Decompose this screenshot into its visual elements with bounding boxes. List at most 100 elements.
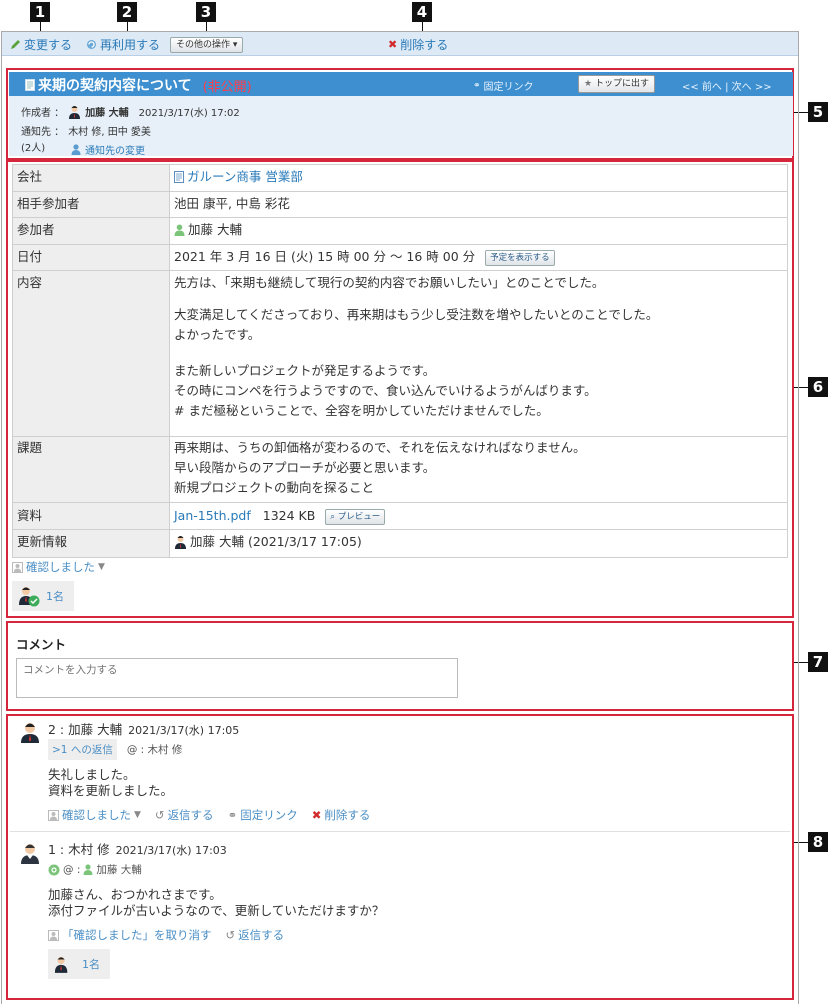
content-line: また新しいプロジェクトが発足するようです。: [174, 363, 436, 378]
author-name[interactable]: 加藤 大輔: [85, 104, 128, 119]
company-value: ガルーン商事 営業部: [187, 169, 303, 184]
author-timestamp: 2021/3/17(水) 17:02: [138, 108, 240, 119]
callout-badge: 7: [808, 652, 828, 672]
star-icon: ★: [584, 79, 593, 89]
comment-confirm-count-value: 1名: [82, 958, 100, 971]
undo-confirm-label: 「確認しました」を取り消す: [62, 928, 212, 942]
callout-badge: 1: [30, 2, 50, 22]
notify-label: 通知先 ：: [21, 127, 65, 138]
notify-row: 通知先 ： 木村 修, 田中 愛美: [21, 123, 151, 138]
user-icon: [48, 809, 59, 821]
content-line: [174, 345, 783, 361]
pager[interactable]: << 前へ | 次へ >>: [682, 78, 772, 93]
notify-count: (2人): [21, 143, 46, 154]
confirmed-avatar-icon: [54, 956, 68, 973]
reply-button[interactable]: ↺ 返信する: [226, 927, 285, 943]
user-icon: [71, 144, 81, 155]
more-ops-label: その他の操作: [176, 40, 231, 50]
more-ops-dropdown[interactable]: その他の操作 ▾: [170, 37, 244, 53]
undo-confirm-button[interactable]: 「確認しました」を取り消す: [48, 927, 212, 943]
pin-top-label: トップに出す: [594, 79, 649, 89]
visibility-badge: (非公開): [202, 79, 252, 95]
participant-name: 加藤 大輔: [188, 222, 242, 237]
magnifier-icon: ⌕: [330, 511, 336, 522]
comment-line: 加藤さん、おつかれさまです。: [48, 887, 222, 902]
table-row: 資料 Jan-15th.pdf 1324 KB ⌕ プレビュー: [12, 502, 788, 530]
mention-icon: [48, 864, 60, 875]
comment-actions: 「確認しました」を取り消す ↺ 返信する: [48, 927, 284, 943]
table-row: 参加者 加藤 大輔: [12, 217, 788, 245]
close-icon: ✖: [311, 808, 322, 822]
table-row: 日付 2021 年 3 月 16 日 (火) 15 時 00 分 ～ 16 時 …: [12, 244, 788, 271]
date-label: 日付: [12, 244, 170, 271]
comment-permalink[interactable]: ⚭ 固定リンク: [228, 807, 298, 823]
notify-change-link[interactable]: 通知先の変更: [71, 142, 145, 157]
comment-confirm-count[interactable]: 1名: [48, 949, 110, 979]
attachment-link[interactable]: Jan-15th.pdf: [174, 508, 251, 523]
issue-line: 新規プロジェクトの動向を探ること: [174, 480, 375, 495]
mention-name[interactable]: 加藤 大輔: [96, 862, 141, 877]
preview-button[interactable]: ⌕ プレビュー: [325, 508, 386, 525]
chevron-down-icon: ▼: [134, 810, 141, 820]
company-cell: ガルーン商事 営業部: [169, 164, 788, 192]
callout-badge: 5: [808, 102, 828, 122]
reply-label: 返信する: [238, 928, 285, 942]
callout-badge: 3: [196, 2, 216, 22]
action-toolbar: 変更する 再利用する その他の操作 ▾ ✖ 削除する: [2, 32, 798, 56]
comment-timestamp: 2021/3/17(水) 17:05: [128, 724, 240, 737]
comment-input[interactable]: [16, 658, 458, 698]
comment-line: 失礼しました。: [48, 767, 136, 782]
update-info: 加藤 大輔 (2021/3/17 17:05): [174, 530, 362, 554]
participants-label: 参加者: [12, 217, 170, 245]
edit-button[interactable]: 変更する: [10, 36, 72, 53]
issues-label: 課題: [12, 436, 170, 503]
show-schedule-button[interactable]: 予定を表示する: [485, 249, 555, 266]
notify-names: 木村 修, 田中 愛美: [68, 127, 151, 138]
reply-icon: ↺: [154, 808, 165, 822]
comment-permalink-label: 固定リンク: [240, 808, 298, 822]
delete-button[interactable]: ✖ 削除する: [388, 36, 448, 53]
content-label: 内容: [12, 270, 170, 437]
update-label: 更新情報: [12, 529, 170, 558]
user-icon: [83, 864, 93, 875]
reply-button[interactable]: ↺ 返信する: [155, 807, 214, 823]
confirm-label: 確認しました: [26, 560, 95, 574]
pin-top-button[interactable]: ★ トップに出す: [578, 75, 655, 93]
close-icon: ✖: [388, 38, 398, 51]
update-cell: 加藤 大輔 (2021/3/17 17:05): [169, 529, 788, 558]
address-book-icon: [174, 171, 184, 183]
comment-divider: [10, 831, 790, 832]
issues-cell: 再来期は、うちの卸価格が変わるので、それを伝えなければなりません。 早い段階から…: [169, 436, 788, 503]
chevron-down-icon: ▾: [232, 40, 238, 50]
confirm-count-value: 1名: [46, 590, 64, 603]
content-line: その時にコンペを行うようですので、食い込んでいけるようがんばります。: [174, 383, 597, 398]
table-row: 内容 先方は、「来期も継続して現行の契約内容でお願いしたい」とのことでした。 大…: [12, 270, 788, 437]
participant-item[interactable]: 加藤 大輔: [174, 218, 242, 242]
commenter-avatar-icon: [21, 844, 39, 864]
content-cell: 先方は、「来期も継続して現行の契約内容でお願いしたい」とのことでした。 大変満足…: [169, 270, 788, 437]
mention-text: @ : 木村 修: [126, 744, 183, 756]
page-title: 来期の契約内容について (非公開): [25, 75, 252, 95]
confirm-dropdown[interactable]: 確認しました ▼: [12, 559, 105, 575]
link-icon: ⚭: [473, 80, 481, 91]
comment-author[interactable]: 1 : 木村 修: [48, 842, 110, 857]
user-avatar-icon: [69, 105, 81, 119]
callout-badge: 4: [412, 2, 432, 22]
preview-label: プレビュー: [337, 511, 381, 522]
comment-confirm-dropdown[interactable]: 確認しました ▼: [48, 807, 141, 823]
comment-timestamp: 2021/3/17(水) 17:03: [115, 844, 227, 857]
content-line: # まだ極秘ということで、全容を明かしていただけませんでした。: [174, 403, 549, 418]
attach-label: 資料: [12, 502, 170, 530]
reply-to-link[interactable]: >1 への返信: [48, 739, 117, 760]
company-link[interactable]: ガルーン商事 営業部: [174, 165, 303, 189]
confirm-count[interactable]: 1名: [12, 581, 74, 611]
comment-author[interactable]: 2 : 加藤 大輔: [48, 722, 122, 737]
attachment-size: 1324 KB: [262, 508, 316, 523]
comment-header: 1 : 木村 修 2021/3/17(水) 17:03: [48, 839, 227, 858]
user-avatar-icon: [175, 536, 186, 549]
permalink-link[interactable]: ⚭ 固定リンク: [473, 78, 534, 94]
reuse-button[interactable]: 再利用する: [86, 36, 160, 53]
comment-delete[interactable]: ✖ 削除する: [312, 807, 371, 823]
user-icon: [48, 929, 59, 941]
comment-actions: 確認しました ▼ ↺ 返信する ⚭ 固定リンク ✖ 削除する: [48, 807, 370, 823]
